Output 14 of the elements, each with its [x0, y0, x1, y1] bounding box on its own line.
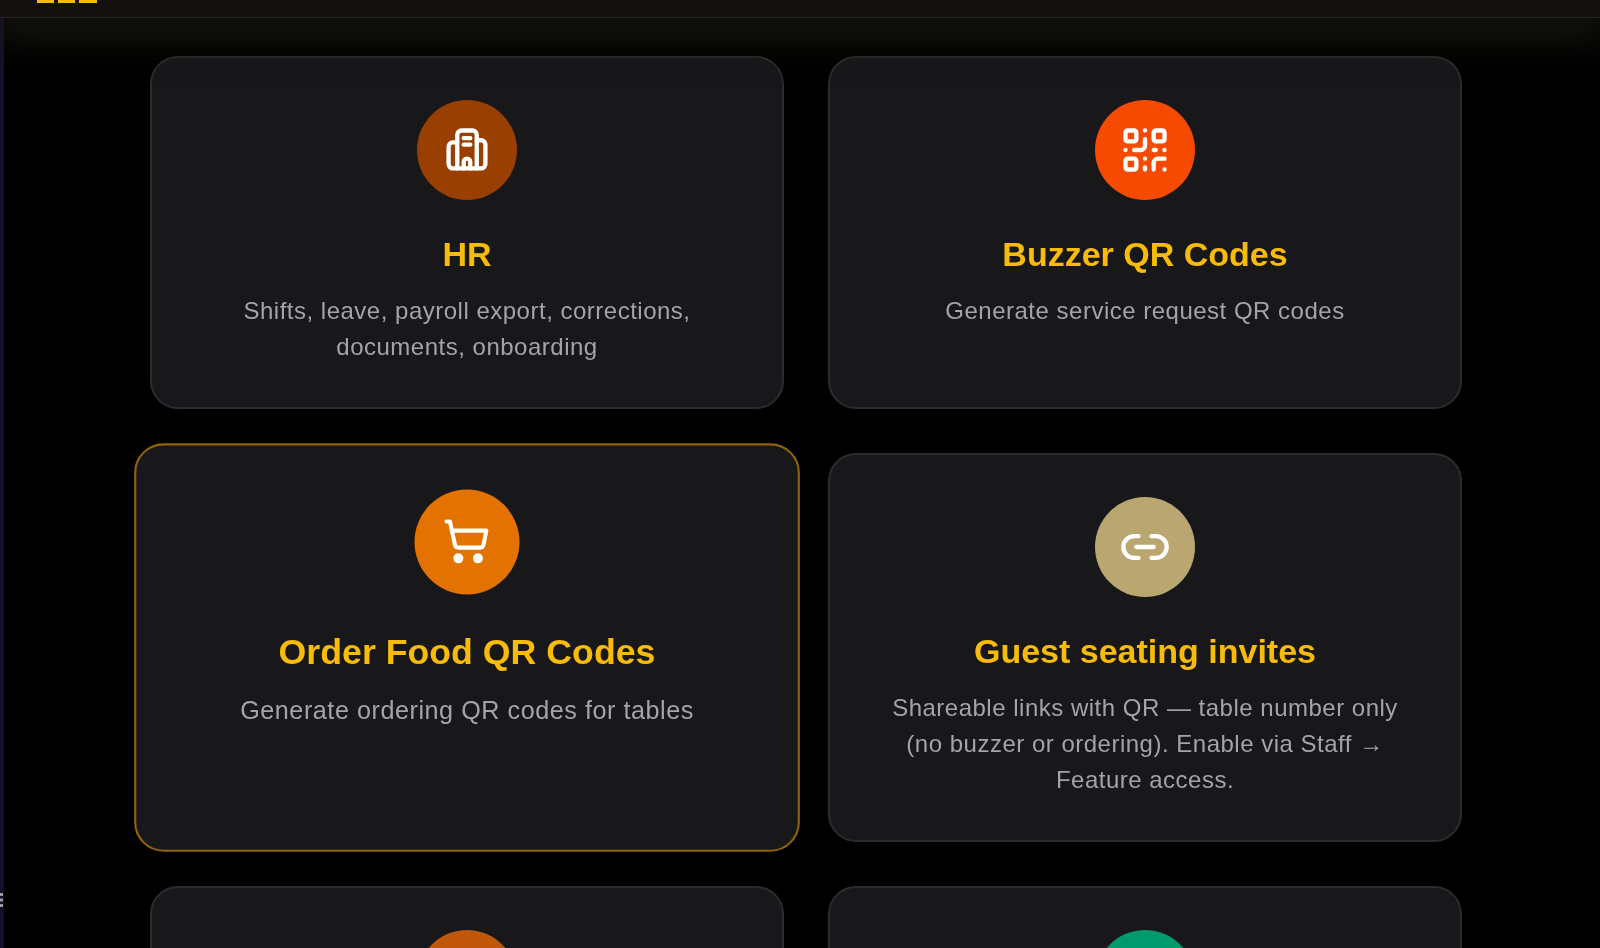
card-description: Generate service request QR codes: [945, 296, 1345, 326]
card-description: Shifts, leave, payroll export, corrections, documents, onboarding: [242, 296, 692, 362]
feature-card[interactable]: HR Shifts, leave, payroll export, corrections, documents, onboarding: [150, 56, 784, 409]
card-title: Guest seating invites: [974, 631, 1316, 672]
logo-icon: [37, 0, 97, 3]
card-description: Generate ordering QR codes for tables: [240, 695, 694, 727]
card-description: Shareable links with QR — table number only (no buzzer or ordering). Enable via Staff → Feature access.: [891, 693, 1399, 795]
card-title: Order Food QR Codes: [278, 630, 656, 674]
feature-card[interactable]: Buzzer QR Codes Generate service request QR codes: [828, 56, 1462, 409]
grip-icon[interactable]: [0, 893, 3, 907]
feature-card[interactable]: Order Food QR Codes Generate ordering QR codes for tables: [134, 443, 800, 852]
card-title: HR: [442, 234, 492, 275]
card-title: Buzzer QR Codes: [1002, 234, 1288, 275]
feature-card[interactable]: Guest seating invites Shareable links with QR — table number only (no buzzer or ordering). Enable via Staff → Feature access.: [828, 453, 1462, 842]
